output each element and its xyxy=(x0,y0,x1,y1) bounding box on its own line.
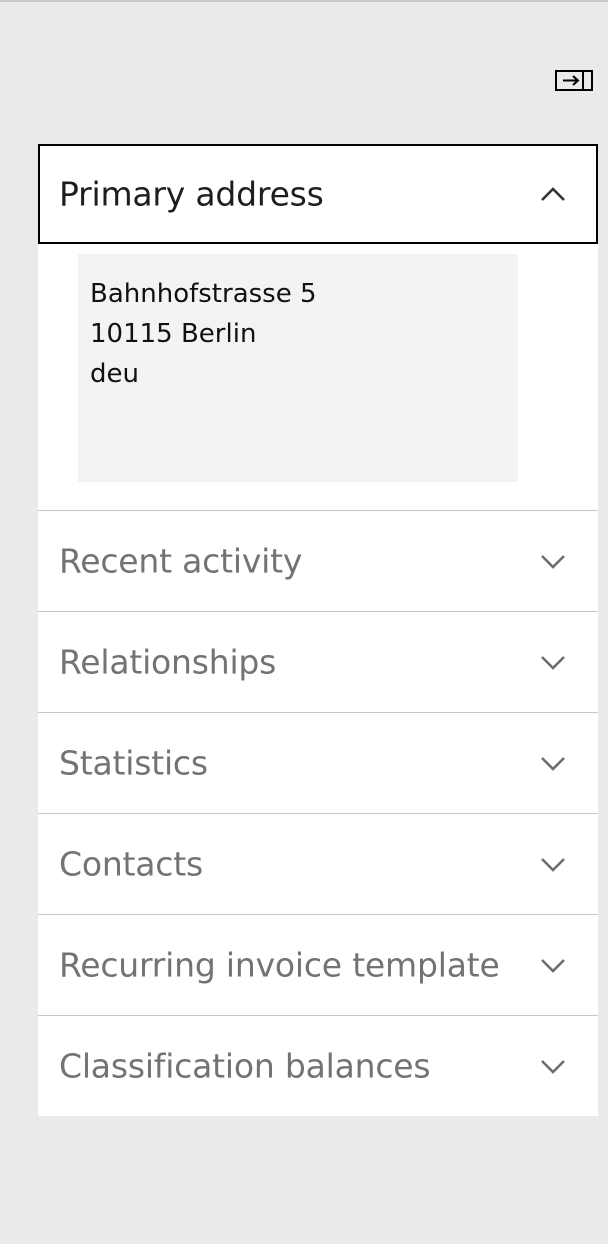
section-header-classification-balances[interactable]: Classification balances xyxy=(38,1015,598,1116)
section-title: Primary address xyxy=(59,174,324,214)
section-header-recurring-invoice-template[interactable]: Recurring invoice template xyxy=(38,914,598,1015)
address-city: 10115 Berlin xyxy=(90,319,257,349)
section-header-contacts[interactable]: Contacts xyxy=(38,813,598,914)
section-primary-address: Primary address Bahnhofstrasse 5 10115 B… xyxy=(38,144,598,510)
section-title: Contacts xyxy=(59,844,203,884)
section-relationships: Relationships xyxy=(38,611,598,712)
chevron-down-icon xyxy=(540,957,566,973)
section-classification-balances: Classification balances xyxy=(38,1015,598,1116)
factbox-pane: Primary address Bahnhofstrasse 5 10115 B… xyxy=(38,144,598,1116)
collapse-pane-icon[interactable] xyxy=(555,70,593,91)
section-header-statistics[interactable]: Statistics xyxy=(38,712,598,813)
chevron-down-icon xyxy=(540,856,566,872)
section-title: Recent activity xyxy=(59,541,303,581)
top-border xyxy=(0,0,608,2)
section-body-primary-address: Bahnhofstrasse 5 10115 Berlin deu xyxy=(38,244,598,510)
section-recurring-invoice-template: Recurring invoice template xyxy=(38,914,598,1015)
address-box: Bahnhofstrasse 5 10115 Berlin deu xyxy=(78,254,518,482)
chevron-down-icon xyxy=(540,654,566,670)
address-country: deu xyxy=(90,359,139,389)
section-title: Relationships xyxy=(59,642,277,682)
section-header-primary-address[interactable]: Primary address xyxy=(38,144,598,244)
section-title: Recurring invoice template xyxy=(59,945,500,985)
section-statistics: Statistics xyxy=(38,712,598,813)
section-recent-activity: Recent activity xyxy=(38,510,598,611)
section-header-recent-activity[interactable]: Recent activity xyxy=(38,510,598,611)
section-title: Statistics xyxy=(59,743,208,783)
chevron-down-icon xyxy=(540,1058,566,1074)
section-title: Classification balances xyxy=(59,1046,431,1086)
section-header-relationships[interactable]: Relationships xyxy=(38,611,598,712)
address-street: Bahnhofstrasse 5 xyxy=(90,279,317,309)
chevron-down-icon xyxy=(540,755,566,771)
section-contacts: Contacts xyxy=(38,813,598,914)
chevron-up-icon xyxy=(540,186,566,202)
chevron-down-icon xyxy=(540,553,566,569)
